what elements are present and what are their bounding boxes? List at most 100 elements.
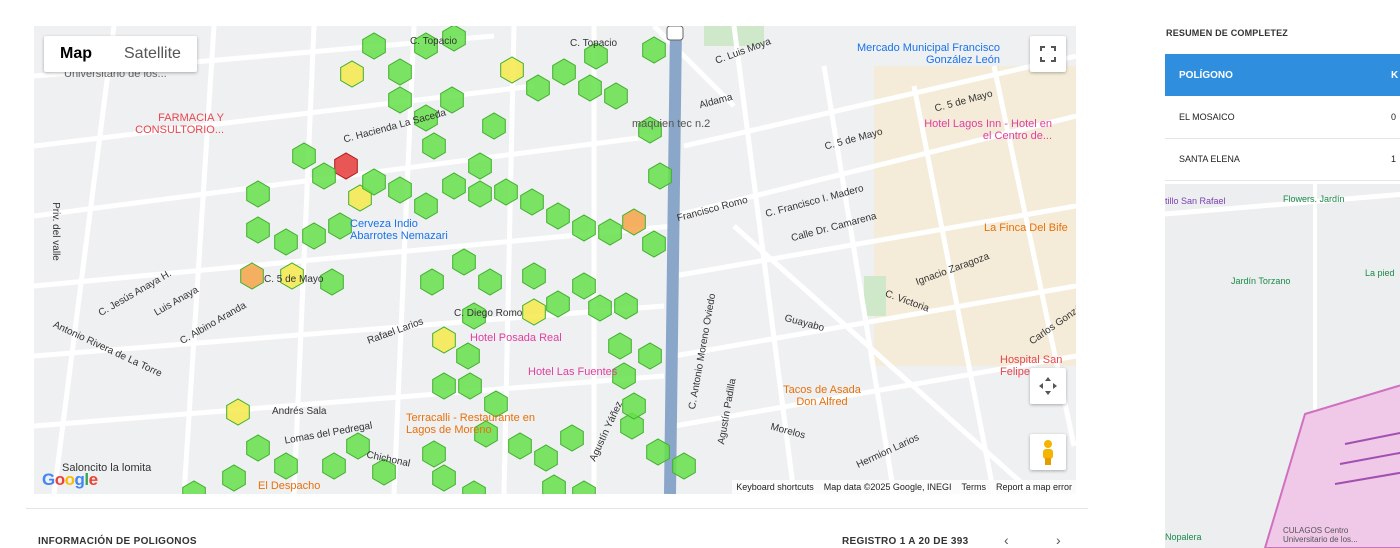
map-attribution: Keyboard shortcuts Map data ©2025 Google…	[732, 480, 1076, 494]
hexagon-cell[interactable]	[442, 172, 466, 200]
fullscreen-icon	[1040, 46, 1056, 62]
mini-map-label: Flowers. Jardín	[1283, 194, 1345, 204]
hexagon-cell[interactable]	[500, 56, 524, 84]
hexagon-cell[interactable]	[432, 464, 456, 492]
hexagon-cell[interactable]	[468, 180, 492, 208]
mini-map-label: Nopalera	[1165, 532, 1202, 542]
hexagon-cell[interactable]	[292, 142, 316, 170]
google-logo: Google	[42, 470, 98, 489]
column-header[interactable]: K	[1391, 70, 1398, 81]
section-divider	[26, 508, 1088, 509]
hexagon-cell[interactable]	[388, 86, 412, 114]
mini-map-label: Jardín Torzano	[1231, 276, 1291, 286]
hexagon-cell[interactable]	[534, 444, 558, 472]
place-label[interactable]: FARMACIA Y CONSULTORIO...	[132, 112, 224, 136]
hexagon-cell[interactable]	[520, 188, 544, 216]
column-header[interactable]: POLÍGONO	[1179, 70, 1233, 81]
hexagon-cell[interactable]	[478, 268, 502, 296]
hexagon-cell[interactable]	[246, 434, 270, 462]
report-error-link[interactable]: Report a map error	[996, 482, 1072, 492]
street-label: C. Topacio	[570, 38, 618, 49]
fullscreen-button[interactable]	[1030, 36, 1066, 72]
chevron-right-icon: ›	[1056, 532, 1061, 548]
hexagon-cell[interactable]	[546, 202, 570, 230]
hexagon-cell[interactable]	[494, 178, 518, 206]
hexagon-cell[interactable]	[522, 298, 546, 326]
street-view-button[interactable]	[1030, 434, 1066, 470]
hexagon-cell[interactable]	[322, 452, 346, 480]
next-page-button[interactable]: ›	[1056, 532, 1061, 548]
hexagon-cell[interactable]	[452, 248, 476, 276]
place-label[interactable]: Tacos de Asada Don Alfred	[772, 384, 872, 408]
hexagon-cell[interactable]	[560, 424, 584, 452]
place-label[interactable]: Hotel Posada Real	[470, 332, 562, 344]
map-type-satellite-button[interactable]: Satellite	[108, 36, 197, 72]
hexagon-cell[interactable]	[312, 162, 336, 190]
hexagon-cell[interactable]	[622, 392, 646, 420]
hexagon-cell[interactable]	[614, 292, 638, 320]
map-canvas[interactable]: C. Topacio C. Topacio C. Luis Moya Aldam…	[34, 26, 1076, 494]
row-name: SANTA ELENA	[1179, 154, 1240, 164]
hexagon-cell[interactable]	[604, 82, 628, 110]
hexagon-cell[interactable]	[642, 36, 666, 64]
hexagon-cell[interactable]	[542, 474, 566, 494]
row-value: 1	[1391, 154, 1397, 164]
place-label[interactable]: Cerveza Indio Abarrotes Nemazari	[350, 218, 466, 242]
place-label[interactable]: La Finca Del Bife	[984, 222, 1068, 234]
hexagon-cell[interactable]	[608, 332, 632, 360]
hexagon-cell[interactable]	[552, 58, 576, 86]
terms-link[interactable]: Terms	[961, 482, 986, 492]
table-row[interactable]: EL MOSAICO 0	[1165, 96, 1400, 139]
hexagon-cell[interactable]	[340, 60, 364, 88]
hexagon-cell[interactable]	[578, 74, 602, 102]
camera-control-button[interactable]	[1030, 368, 1066, 404]
street-label: C. Diego Romo	[454, 308, 523, 319]
hexagon-cell[interactable]	[522, 262, 546, 290]
place-label[interactable]: maquien tec n.2	[632, 118, 710, 130]
street-label: Andrés Sala	[272, 406, 327, 417]
place-label[interactable]: Terracalli - Restaurante en Lagos de Mor…	[406, 412, 556, 436]
place-label[interactable]: El Despacho	[258, 480, 320, 492]
place-label[interactable]: Hotel Lagos Inn - Hotel en el Centro de.…	[922, 118, 1052, 142]
street-label: C. Topacio	[410, 36, 458, 47]
place-label[interactable]: Hotel Las Fuentes	[528, 366, 617, 378]
row-value: 0	[1391, 112, 1397, 122]
hexagon-cell[interactable]	[508, 432, 532, 460]
hexagon-cell[interactable]	[648, 162, 672, 190]
hexagon-cell[interactable]	[420, 268, 444, 296]
hexagon-cell[interactable]	[642, 230, 666, 258]
highway-shield-icon	[666, 26, 684, 41]
mini-map-label: CULAGOS Centro Universitario de los...	[1283, 526, 1358, 544]
hexagon-cell[interactable]	[226, 398, 250, 426]
hexagon-cell[interactable]	[274, 228, 298, 256]
hexagon-cell[interactable]	[456, 342, 480, 370]
hexagon-cell[interactable]	[328, 212, 352, 240]
hexagon-cell[interactable]	[222, 464, 246, 492]
hexagon-cell[interactable]	[458, 372, 482, 400]
chevron-left-icon: ‹	[1004, 532, 1009, 548]
hexagon-cell[interactable]	[422, 440, 446, 468]
hexagon-cell[interactable]	[462, 480, 486, 494]
keyboard-shortcuts-link[interactable]: Keyboard shortcuts	[736, 482, 814, 492]
highway-80	[664, 26, 682, 494]
pegman-icon	[1043, 440, 1053, 465]
mini-map[interactable]: tillo San Rafael Flowers. Jardín Jardín …	[1165, 184, 1400, 548]
hexagon-cell[interactable]	[362, 32, 386, 60]
hexagon-cell[interactable]	[482, 112, 506, 140]
hexagon-cell[interactable]	[422, 132, 446, 160]
place-label[interactable]: Mercado Municipal Francisco González Leó…	[854, 42, 1000, 66]
hexagon-cell[interactable]	[432, 326, 456, 354]
mini-map-base	[1165, 184, 1400, 548]
prev-page-button[interactable]: ‹	[1004, 532, 1009, 548]
hexagon-cell[interactable]	[388, 58, 412, 86]
hexagon-cell[interactable]	[526, 74, 550, 102]
hexagon-cell[interactable]	[414, 192, 438, 220]
hexagon-cell[interactable]	[246, 216, 270, 244]
hexagon-cell[interactable]	[598, 218, 622, 246]
summary-panel: RESUMEN DE COMPLETEZ POLÍGONO K EL MOSAI…	[1160, 0, 1400, 548]
info-section-title: INFORMACIÓN DE POLIGONOS	[38, 536, 197, 547]
hexagon-cell[interactable]	[320, 268, 344, 296]
table-row[interactable]: SANTA ELENA 1	[1165, 138, 1400, 181]
hexagon-cell[interactable]	[638, 342, 662, 370]
map-type-map-button[interactable]: Map	[44, 36, 108, 72]
